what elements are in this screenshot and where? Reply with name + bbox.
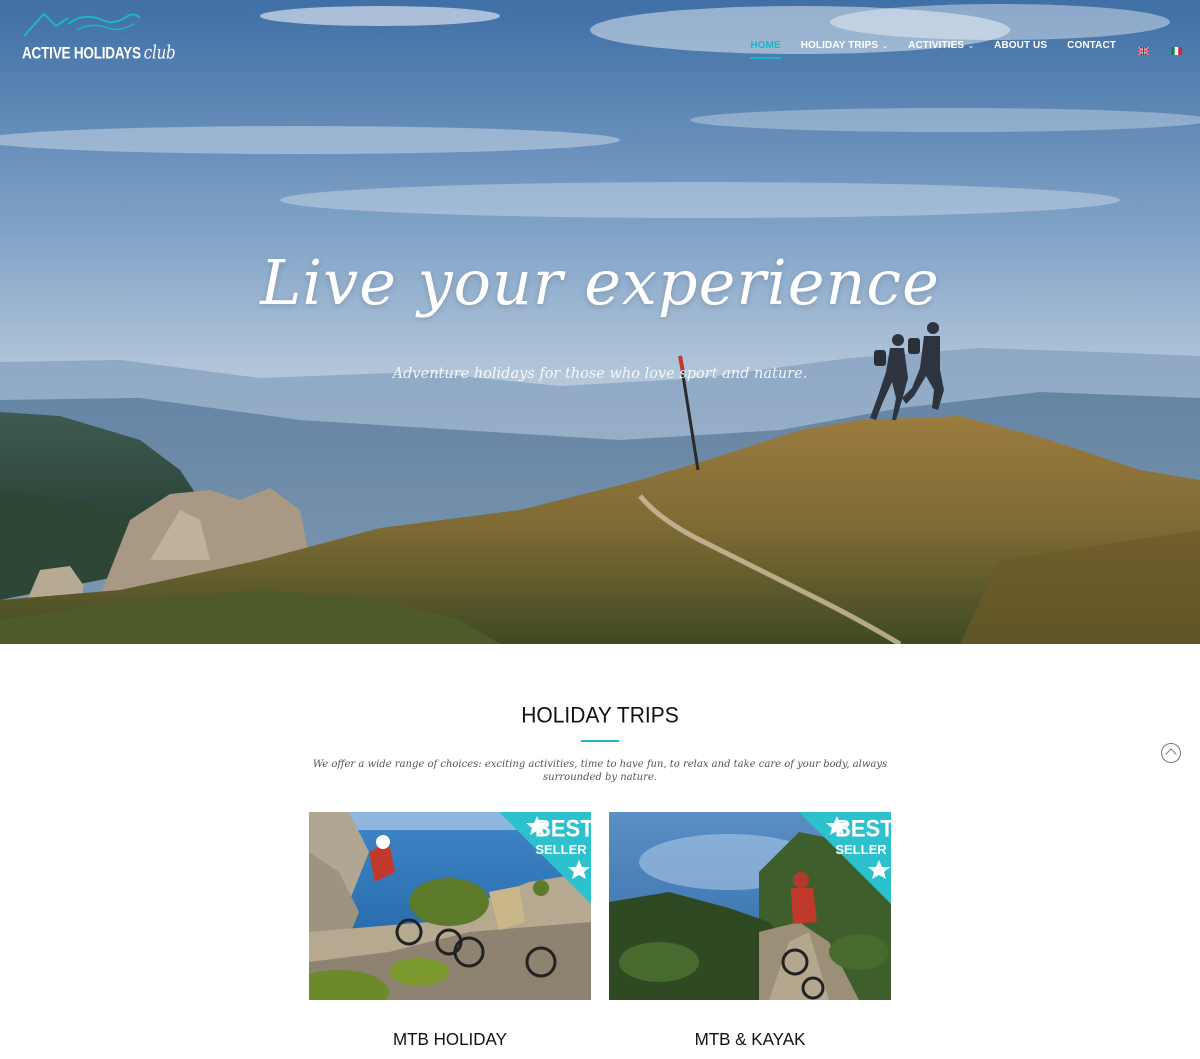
hero-background-image [0,0,1200,644]
trip-card-mtb-kayak[interactable]: BEST SELLER [609,812,891,1000]
chevron-down-icon: ⌄ [968,43,975,50]
nav-item-contact[interactable]: CONTACT [1067,40,1116,62]
hero-subtitle: Adventure holidays for those who love sp… [392,366,808,382]
hero-banner: ACTIVE HOLIDAYS club HOME HOLIDAY TRIPS ⌄ … [0,0,1200,644]
trip-card-mtb-holiday[interactable]: BEST SELLER [309,812,591,1000]
brand-logo[interactable]: ACTIVE HOLIDAYS club [22,8,176,64]
trip-card-title[interactable]: MTB HOLIDAY [309,1030,591,1051]
section-divider [581,740,619,742]
section-title: HOLIDAY TRIPS [521,703,679,728]
nav-item-activities[interactable]: ACTIVITIES ⌄ [908,40,974,62]
uk-flag-icon[interactable] [1137,42,1150,56]
brand-name: ACTIVE HOLIDAYS club [22,41,176,64]
italy-flag-icon[interactable] [1171,42,1182,55]
best-seller-badge: BEST SELLER [799,812,891,904]
chevron-up-icon [1165,748,1177,760]
hero-title: Live your experience [260,246,940,319]
main-nav: HOME HOLIDAY TRIPS ⌄ ACTIVITIES ⌄ ABOUT US… [730,40,1182,62]
chevron-down-icon: ⌄ [882,43,889,50]
wave-logo-icon [23,12,141,37]
best-seller-badge: BEST SELLER [499,812,591,904]
trip-card-title[interactable]: MTB & KAYAK [609,1030,891,1051]
nav-item-about-us[interactable]: ABOUT US [994,40,1047,62]
scroll-to-top-button[interactable] [1161,743,1181,763]
nav-item-holiday-trips[interactable]: HOLIDAY TRIPS ⌄ [801,40,888,62]
section-description: We offer a wide range of choices: exciti… [312,759,888,783]
nav-item-home[interactable]: HOME [750,40,782,62]
